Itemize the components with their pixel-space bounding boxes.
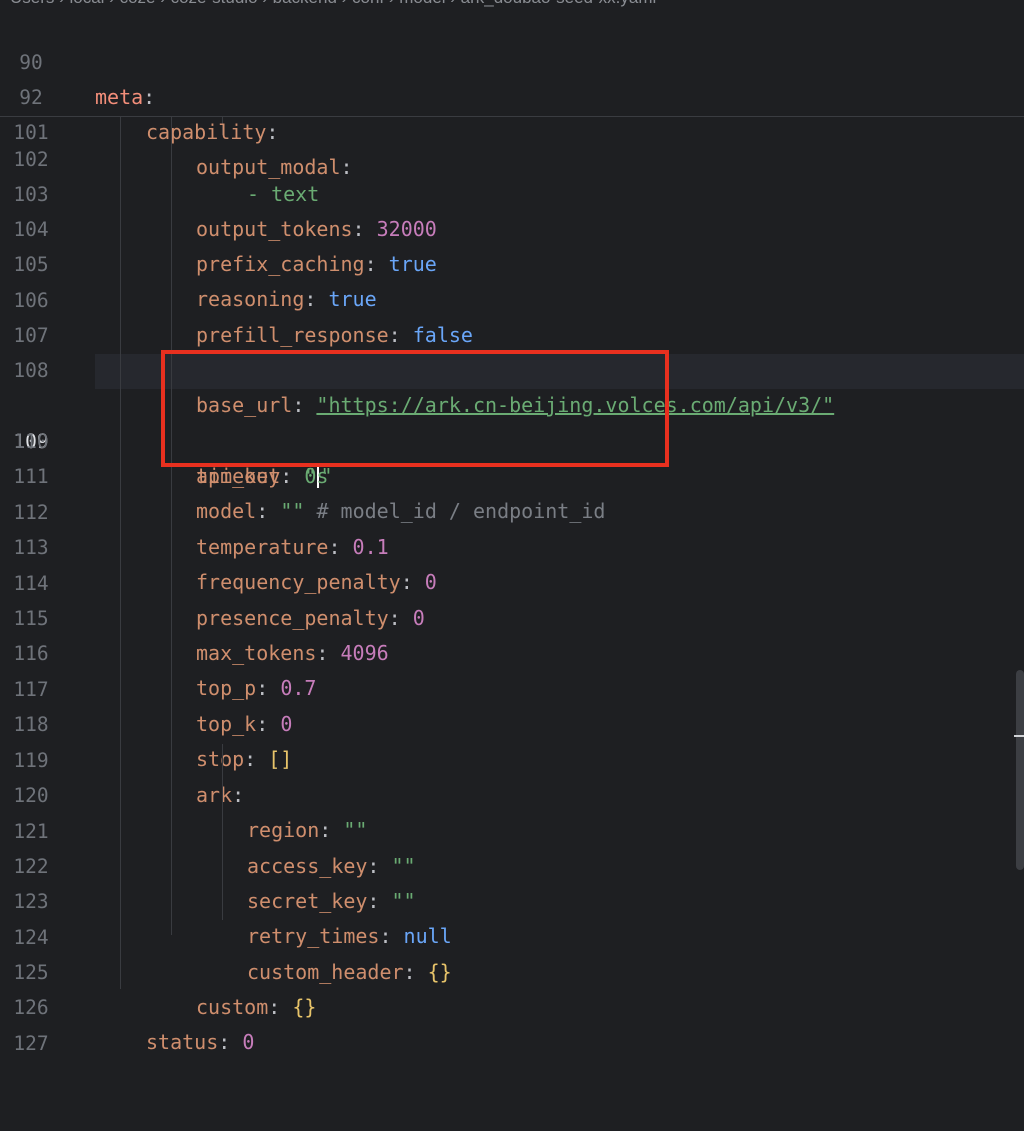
yaml-key: capability: [146, 120, 267, 144]
yaml-list-item: - text: [247, 182, 320, 206]
code-line[interactable]: 107 conn_config:: [0, 283, 1024, 382]
code-text: output_modal:: [196, 150, 353, 185]
yaml-key: status: [146, 1030, 219, 1054]
breadcrumb-bar: Users › local › coze › coze-studio › bac…: [0, 0, 1024, 8]
line-number: 101: [13, 121, 49, 144]
code-line[interactable]: 124 custom_header: {}: [0, 885, 1024, 984]
code-line[interactable]: 116 top_p: 0.7: [0, 601, 1024, 700]
code-line[interactable]: 119 ark:: [0, 708, 1024, 807]
yaml-separator: :: [218, 1030, 243, 1054]
code-line[interactable]: 117 top_k: 0: [0, 637, 1024, 736]
code-line[interactable]: 115 max_tokens: 4096: [0, 566, 1024, 665]
yaml-value-number: 0: [242, 1030, 255, 1054]
code-line[interactable]: 125 custom: {}: [0, 920, 1024, 1019]
indent-guide: [120, 117, 121, 989]
code-line[interactable]: 104 prefix_caching: true: [0, 177, 1024, 276]
line-number: 127: [13, 1032, 49, 1055]
indent-guide: [222, 744, 223, 920]
code-line[interactable]: 121 access_key: "": [0, 779, 1024, 878]
yaml-separator: :: [340, 155, 353, 179]
code-text: capability:: [146, 115, 278, 150]
sticky-divider: [0, 116, 1024, 117]
code-line[interactable]: 114 presence_penalty: 0: [0, 531, 1024, 630]
code-text: status: 0: [146, 1025, 254, 1060]
yaml-key: output_modal: [196, 155, 341, 179]
code-line[interactable]: 113 frequency_penalty: 0: [0, 495, 1024, 594]
code-line[interactable]: 120 region: "": [0, 743, 1024, 842]
sticky-line[interactable]: 101 output_modal:: [0, 80, 1024, 179]
code-line[interactable]: 127: [0, 991, 1024, 1055]
code-line[interactable]: 126 status: 0: [0, 955, 1024, 1054]
scroll-position-marker: [1014, 735, 1024, 737]
sticky-line[interactable]: 90 meta:: [0, 10, 1024, 109]
code-line[interactable]: 106 prefill_response: false: [0, 248, 1024, 347]
vertical-scrollbar[interactable]: [1016, 670, 1024, 870]
sticky-line[interactable]: 92 capability:: [0, 45, 1024, 144]
code-line[interactable]: 108 base_url: "https://ark.cn-beijing.vo…: [0, 318, 1024, 417]
annotation-highlight-box: [161, 350, 669, 467]
indent-guide: [171, 117, 172, 935]
code-editor[interactable]: Users › local › coze › coze-studio › bac…: [0, 0, 1024, 1055]
yaml-separator: :: [266, 120, 279, 144]
code-line[interactable]: 122 secret_key: "": [0, 814, 1024, 913]
breadcrumb[interactable]: Users › local › coze › coze-studio › bac…: [10, 0, 656, 8]
code-line[interactable]: 123 retry_times: null: [0, 849, 1024, 948]
code-line[interactable]: 105 reasoning: true: [0, 212, 1024, 311]
code-line[interactable]: 118 stop: []: [0, 672, 1024, 771]
sticky-scroll-header[interactable]: 90 meta: 92 capability: 101 output_modal…: [0, 8, 1024, 179]
